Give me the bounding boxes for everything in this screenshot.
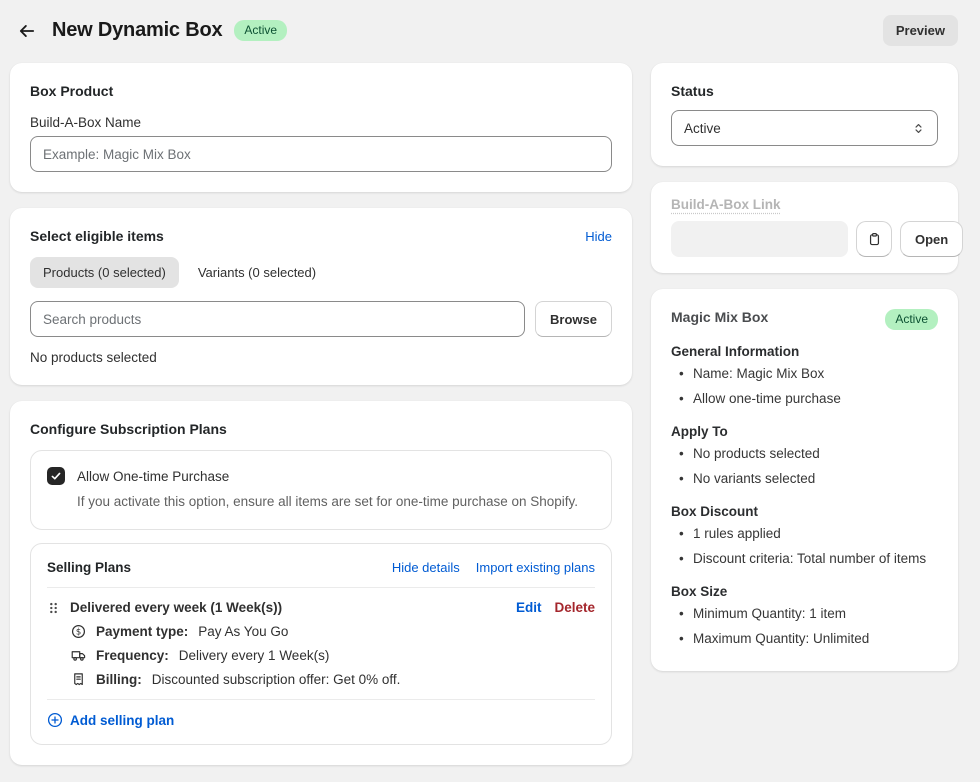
status-card: Status Active [651,63,958,166]
chevron-updown-icon [912,122,925,135]
summary-item: 1 rules applied [671,521,938,546]
hide-link[interactable]: Hide [585,229,612,244]
open-link-button[interactable]: Open [900,221,963,257]
summary-item: Allow one-time purchase [671,386,938,411]
detail-value: Delivery every 1 Week(s) [179,648,330,663]
top-bar: New Dynamic Box Active Preview [0,0,980,63]
selling-plan-title: Delivered every week (1 Week(s)) [70,600,506,615]
plan-detail-row: Frequency: Delivery every 1 Week(s) [71,648,595,663]
summary-section-heading: Apply To [671,424,938,439]
truck-icon [71,648,86,663]
eligible-items-card: Select eligible items Hide Products (0 s… [10,208,632,385]
no-products-text: No products selected [30,350,612,365]
status-badge: Active [234,20,287,41]
detail-value: Discounted subscription offer: Get 0% of… [152,672,401,687]
arrow-left-icon [18,22,36,40]
main-content: Box Product Build-A-Box Name Select elig… [0,63,980,765]
summary-item: Discount criteria: Total number of items [671,546,938,571]
summary-list: 1 rules applied Discount criteria: Total… [671,521,938,571]
summary-item: No products selected [671,441,938,466]
selling-plan-row: Delivered every week (1 Week(s)) Edit De… [47,600,595,615]
edit-plan-link[interactable]: Edit [516,600,542,615]
summary-status-badge: Active [885,309,938,330]
one-time-purchase-help: If you activate this option, ensure all … [77,492,595,511]
plan-detail-row: Billing: Discounted subscription offer: … [71,672,595,687]
summary-section-heading: General Information [671,344,938,359]
left-column: Box Product Build-A-Box Name Select elig… [10,63,632,765]
status-title: Status [671,83,938,99]
clipboard-icon [867,232,882,247]
box-name-input[interactable] [30,136,612,172]
search-products-input[interactable] [30,301,525,337]
summary-section-heading: Box Size [671,584,938,599]
summary-item: Maximum Quantity: Unlimited [671,626,938,651]
subscription-plans-card: Configure Subscription Plans Allow One-t… [10,401,632,765]
import-plans-link[interactable]: Import existing plans [476,560,595,575]
box-link-input [671,221,848,257]
subscription-plans-title: Configure Subscription Plans [30,421,612,437]
tab-products[interactable]: Products (0 selected) [30,257,179,288]
box-product-card: Box Product Build-A-Box Name [10,63,632,192]
detail-value: Pay As You Go [198,624,288,639]
back-button[interactable] [14,18,40,44]
one-time-purchase-label: Allow One-time Purchase [77,469,229,484]
right-column: Status Active Build-A-Box Link [651,63,958,671]
detail-label: Billing: [96,672,142,687]
plus-circle-icon [47,712,63,728]
detail-label: Frequency: [96,648,169,663]
summary-item: Minimum Quantity: 1 item [671,601,938,626]
box-link-card: Build-A-Box Link Open [651,182,958,273]
summary-list: Name: Magic Mix Box Allow one-time purch… [671,361,938,411]
summary-list: No products selected No variants selecte… [671,441,938,491]
page-title: New Dynamic Box [52,19,222,42]
plan-detail-row: $ Payment type: Pay As You Go [71,624,595,639]
detail-label: Payment type: [96,624,188,639]
tab-variants[interactable]: Variants (0 selected) [185,257,329,288]
box-link-label: Build-A-Box Link [671,197,781,212]
check-icon [50,470,62,482]
copy-link-button[interactable] [856,221,892,257]
drag-handle-icon[interactable] [47,601,60,615]
status-select-value: Active [684,121,721,136]
summary-item: No variants selected [671,466,938,491]
add-selling-plan-label: Add selling plan [70,713,174,728]
preview-button[interactable]: Preview [883,15,958,46]
selling-plans-title: Selling Plans [47,560,376,575]
eligible-items-tabs: Products (0 selected) Variants (0 select… [30,257,612,288]
hide-details-link[interactable]: Hide details [392,560,460,575]
selling-plans-box: Selling Plans Hide details Import existi… [30,543,612,745]
one-time-purchase-box: Allow One-time Purchase If you activate … [30,450,612,530]
receipt-icon [71,672,86,687]
divider [47,587,595,588]
box-summary-card: Magic Mix Box Active General Information… [651,289,958,671]
add-selling-plan-link[interactable]: Add selling plan [47,712,595,728]
summary-title: Magic Mix Box [671,309,768,325]
svg-text:$: $ [76,627,81,637]
browse-button[interactable]: Browse [535,301,612,337]
summary-list: Minimum Quantity: 1 item Maximum Quantit… [671,601,938,651]
box-name-label: Build-A-Box Name [30,115,612,130]
box-product-title: Box Product [30,83,612,99]
dollar-circle-icon: $ [71,624,86,639]
summary-item: Name: Magic Mix Box [671,361,938,386]
status-select[interactable]: Active [671,110,938,146]
summary-section-heading: Box Discount [671,504,938,519]
divider [47,699,595,700]
one-time-purchase-checkbox[interactable] [47,467,65,485]
delete-plan-link[interactable]: Delete [554,600,595,615]
eligible-items-title: Select eligible items [30,228,164,244]
